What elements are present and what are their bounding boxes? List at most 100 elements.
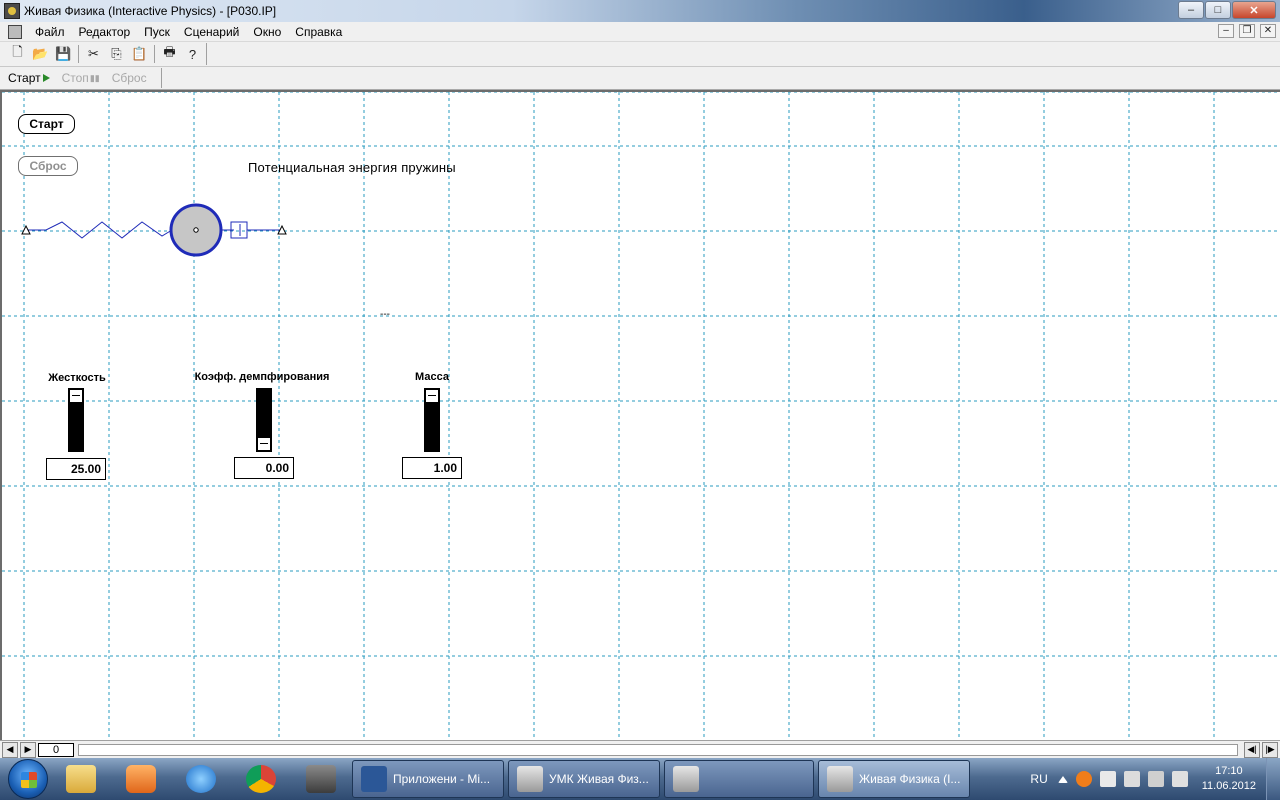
stiffness-slider[interactable] (68, 388, 84, 452)
windows-start-icon[interactable] (8, 759, 48, 799)
step-back-button[interactable]: ◀ (2, 741, 18, 758)
mass-label: Масса (415, 371, 449, 383)
chrome-icon (246, 765, 276, 793)
pause-icon: ▮▮ (89, 72, 100, 83)
minimize-button[interactable]: – (1178, 1, 1204, 19)
help-icon[interactable]: ? (181, 44, 204, 65)
title-bar: Живая Физика (Interactive Physics) - [P0… (0, 0, 1280, 22)
run-toolbar: Старт Стоп ▮▮ Сброс (0, 67, 1280, 90)
doc-close-button[interactable]: ✕ (1260, 24, 1276, 38)
damping-label: Коэфф. демпфирования (194, 371, 330, 383)
pinned-app[interactable] (294, 759, 348, 799)
frame-counter[interactable]: 0 (38, 742, 74, 757)
mass-slider[interactable] (424, 388, 440, 452)
task-umk-physics[interactable]: УМК Живая Физ... (508, 760, 660, 798)
network-icon[interactable] (1147, 771, 1164, 787)
scroll-end-button[interactable]: |▶ (1262, 741, 1278, 758)
start-button[interactable]: Старт (18, 114, 75, 134)
open-folder-icon[interactable]: 📂 (29, 44, 52, 65)
stiffness-slider-thumb[interactable] (69, 389, 83, 403)
task-physics-active[interactable]: Живая Физика (I... (818, 760, 970, 798)
mass-center-point (193, 227, 199, 233)
avast-icon[interactable] (1075, 771, 1092, 787)
toolbar-divider (78, 45, 79, 63)
step-forward-button[interactable]: ▶ (20, 741, 36, 758)
mass-value[interactable]: 1.00 (402, 457, 462, 479)
physics-app-icon (673, 766, 699, 792)
window-title: Живая Физика (Interactive Physics) - [P0… (24, 4, 277, 18)
menu-window[interactable]: Окно (246, 25, 288, 39)
new-file-icon[interactable]: 🗋 (6, 44, 29, 65)
menu-editor[interactable]: Редактор (72, 25, 138, 39)
menu-file[interactable]: Файл (28, 25, 72, 39)
document-window-controls: – ❐ ✕ (1213, 24, 1276, 38)
hardware-icon (306, 765, 336, 793)
folder-icon (66, 765, 96, 793)
physics-app-icon (827, 766, 853, 792)
damping-slider-thumb[interactable] (257, 437, 271, 451)
meter-readout: --- (380, 309, 390, 320)
play-icon (42, 74, 50, 82)
paste-icon[interactable]: 📋 (128, 44, 151, 65)
stop-label: Стоп (61, 71, 89, 85)
word-icon (361, 766, 387, 792)
standard-toolbar: 🗋 📂 💾 ✂ ⎘ 📋 🖶 ? (0, 42, 1280, 67)
damping-value[interactable]: 0.00 (234, 457, 294, 479)
reset-label: Сброс (111, 71, 147, 85)
task-physics-unlabeled[interactable] (664, 760, 814, 798)
physics-app-icon (517, 766, 543, 792)
pinned-chrome[interactable] (234, 759, 288, 799)
task-label: Живая Физика (I... (859, 772, 961, 786)
show-hidden-icons-icon[interactable] (1057, 775, 1068, 783)
damping-slider[interactable] (256, 388, 272, 452)
toolbar-divider (206, 43, 207, 65)
action-center-flag-icon[interactable] (1099, 771, 1116, 787)
save-icon[interactable]: 💾 (52, 44, 75, 65)
scroll-start-button[interactable]: ◀| (1244, 741, 1260, 758)
close-button[interactable]: ✕ (1232, 1, 1276, 19)
toolbar-divider (160, 68, 162, 88)
frame-scroll-track[interactable] (78, 743, 1238, 756)
toolbar-stop-button[interactable]: Стоп ▮▮ (62, 71, 100, 85)
menu-run[interactable]: Пуск (137, 25, 177, 39)
simulation-workspace[interactable]: Старт Сброс Потенциальная энергия пружин… (0, 90, 1280, 740)
internet-explorer-icon (186, 765, 216, 793)
reset-button[interactable]: Сброс (18, 156, 78, 176)
copy-icon[interactable]: ⎘ (105, 44, 128, 65)
app-icon[interactable] (4, 3, 20, 19)
scene-title: Потенциальная энергия пружины (248, 160, 456, 175)
task-word-document[interactable]: Приложени - Mi... (352, 760, 504, 798)
clock-date: 11.06.2012 (1201, 780, 1256, 792)
volume-icon[interactable] (1171, 771, 1188, 787)
toolbar-start-button[interactable]: Старт (8, 71, 50, 85)
menu-help[interactable]: Справка (288, 25, 349, 39)
cut-icon[interactable]: ✂ (82, 44, 105, 65)
maximize-button[interactable]: □ (1205, 1, 1231, 19)
toolbar-reset-button[interactable]: Сброс (112, 71, 147, 85)
clock-time: 17:10 (1215, 765, 1243, 777)
stiffness-value[interactable]: 25.00 (46, 458, 106, 480)
taskbar: Приложени - Mi... УМК Живая Физ... Живая… (0, 758, 1280, 800)
doc-restore-button[interactable]: ❐ (1239, 24, 1255, 38)
system-tray: RU 17:10 11.06.2012 (1024, 758, 1280, 800)
doc-minimize-button[interactable]: – (1218, 24, 1234, 38)
pinned-media-player[interactable] (114, 759, 168, 799)
battery-icon[interactable] (1123, 771, 1140, 787)
pinned-explorer[interactable] (54, 759, 108, 799)
media-player-icon (126, 765, 156, 793)
background-grid (2, 92, 1280, 740)
document-icon[interactable] (8, 24, 22, 39)
mass-slider-thumb[interactable] (425, 389, 439, 403)
stiffness-label: Жесткость (48, 372, 106, 384)
spring-mass-system[interactable] (2, 192, 302, 262)
task-label: Приложени - Mi... (393, 772, 491, 786)
frame-scrollbar: ◀ ▶ 0 ◀| |▶ (0, 740, 1280, 758)
menu-script[interactable]: Сценарий (177, 25, 246, 39)
task-label: УМК Живая Физ... (549, 772, 649, 786)
show-desktop-button[interactable] (1266, 758, 1280, 800)
pinned-internet-explorer[interactable] (174, 759, 228, 799)
clock[interactable]: 17:10 11.06.2012 (1202, 764, 1256, 794)
spring (26, 221, 173, 239)
language-indicator[interactable]: RU (1030, 772, 1047, 786)
print-icon[interactable]: 🖶 (158, 44, 181, 65)
